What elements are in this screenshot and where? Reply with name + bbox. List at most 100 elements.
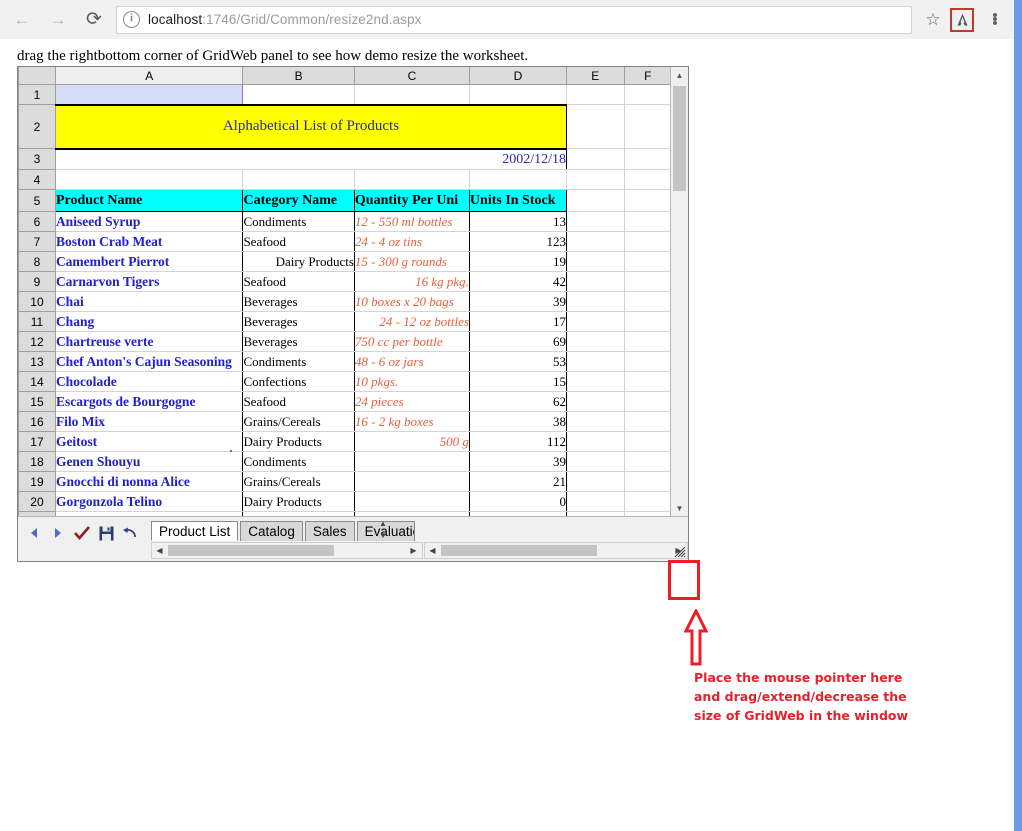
cell-F6[interactable] <box>624 211 672 232</box>
cell-product-name[interactable]: Chartreuse verte <box>54 331 244 352</box>
cell-units-in-stock[interactable]: 39 <box>469 451 567 472</box>
cell-E4[interactable] <box>566 169 625 190</box>
cell-category-name[interactable]: Condiments <box>242 211 355 232</box>
date-cell[interactable]: 2002/12/18 <box>55 148 567 170</box>
cell-units-in-stock[interactable]: 69 <box>469 331 567 352</box>
previous-arrow-icon[interactable] <box>22 520 46 546</box>
cell-quantity-per-unit[interactable] <box>354 471 470 492</box>
col-header-E[interactable]: E <box>566 67 625 85</box>
cell-quantity-per-unit[interactable] <box>354 491 470 512</box>
scroll-left-arrow-icon-2[interactable]: ◀ <box>425 546 440 555</box>
cell-E15[interactable] <box>566 391 625 412</box>
row-header-20[interactable]: 20 <box>18 491 56 512</box>
sheet-tab-product-list[interactable]: Product List <box>151 521 239 541</box>
cell-E8[interactable] <box>566 251 625 272</box>
cell-product-name[interactable]: Chef Anton's Cajun Seasoning <box>54 351 244 372</box>
cell-category-name[interactable]: Beverages <box>242 331 355 352</box>
cell-product-name[interactable]: Escargots de Bourgogne <box>54 391 244 412</box>
scroll-left-arrow-icon[interactable]: ◀ <box>152 546 167 555</box>
th-quantity-per-unit[interactable]: Quantity Per Uni <box>353 189 470 212</box>
cell-B4[interactable] <box>242 169 355 190</box>
cell-F12[interactable] <box>624 331 672 352</box>
cell-units-in-stock[interactable]: 19 <box>469 251 567 272</box>
cell-E13[interactable] <box>566 351 625 372</box>
cell-E5[interactable] <box>566 189 625 212</box>
cell-C1[interactable] <box>354 84 470 105</box>
cell-E2[interactable] <box>566 104 625 149</box>
next-arrow-icon[interactable] <box>46 520 70 546</box>
corner-select-all[interactable] <box>18 67 56 85</box>
cell-E10[interactable] <box>566 291 625 312</box>
cell-quantity-per-unit[interactable]: 12 - 550 ml bottles <box>354 211 470 232</box>
vertical-scroll-thumb[interactable] <box>673 86 686 191</box>
cell-quantity-per-unit[interactable]: 10 boxes x 20 bags <box>354 291 470 312</box>
cell-units-in-stock[interactable]: 17 <box>469 311 567 332</box>
cell-F8[interactable] <box>624 251 672 272</box>
cell-F10[interactable] <box>624 291 672 312</box>
title-banner[interactable]: Alphabetical List of Products <box>55 103 567 150</box>
cell-product-name[interactable]: Camembert Pierrot <box>54 251 244 272</box>
cell-product-name[interactable]: Boston Crab Meat <box>54 231 244 252</box>
cell-F18[interactable] <box>624 451 672 472</box>
cell-E3[interactable] <box>566 148 625 170</box>
cell-product-name[interactable]: Filo Mix <box>54 411 244 432</box>
cell-F11[interactable] <box>624 311 672 332</box>
cell-category-name[interactable]: Seafood <box>242 391 355 412</box>
cell-category-name[interactable]: Grains/Cereals <box>242 411 355 432</box>
cell-category-name[interactable]: Confections <box>242 371 355 392</box>
cell-units-in-stock[interactable]: 15 <box>469 371 567 392</box>
cell-F15[interactable] <box>624 391 672 412</box>
row-header-14[interactable]: 14 <box>18 371 56 392</box>
cell-F2[interactable] <box>624 104 672 149</box>
row-header-3[interactable]: 3 <box>18 148 56 170</box>
cell-quantity-per-unit[interactable] <box>354 451 470 472</box>
cell-category-name[interactable]: Grains/Cereals <box>242 471 355 492</box>
cell-A4[interactable] <box>55 169 244 190</box>
spreadsheet[interactable]: A B C D E F 1 2 Alphabetical List of Pro… <box>18 67 672 517</box>
back-arrow-icon[interactable]: ← <box>8 6 36 34</box>
row-header-2[interactable]: 2 <box>18 104 56 149</box>
horizontal-scrollbar-sheet[interactable]: ◀ ▶ <box>424 542 688 559</box>
cell-quantity-per-unit[interactable]: 16 kg pkg. <box>354 271 470 292</box>
cell-category-name[interactable]: Dairy Products <box>242 491 355 512</box>
cell-A1[interactable] <box>54 84 244 105</box>
row-header-9[interactable]: 9 <box>18 271 56 292</box>
cell-E20[interactable] <box>566 491 625 512</box>
cell-F4[interactable] <box>624 169 672 190</box>
cell-E16[interactable] <box>566 411 625 432</box>
cell-category-name[interactable]: Beverages <box>242 311 355 332</box>
th-units-in-stock[interactable]: Units In Stock <box>468 189 567 212</box>
cell-D4[interactable] <box>469 169 567 190</box>
forward-arrow-icon[interactable]: → <box>44 6 72 34</box>
cell-units-in-stock[interactable]: 42 <box>469 271 567 292</box>
cell-quantity-per-unit[interactable]: 500 g <box>354 431 470 452</box>
cell-F14[interactable] <box>624 371 672 392</box>
row-header-16[interactable]: 16 <box>18 411 56 432</box>
cell-quantity-per-unit[interactable]: 24 - 4 oz tins <box>354 231 470 252</box>
row-header-7[interactable]: 7 <box>18 231 56 252</box>
vertical-scrollbar[interactable]: ▲ ▼ <box>670 67 688 517</box>
undo-arrow-icon[interactable] <box>118 520 142 546</box>
cell-E9[interactable] <box>566 271 625 292</box>
bookmark-star-icon[interactable]: ☆ <box>920 10 946 30</box>
cell-E7[interactable] <box>566 231 625 252</box>
cell-units-in-stock[interactable]: 39 <box>469 291 567 312</box>
sheet-tab-sales[interactable]: Sales <box>304 521 355 541</box>
cell-E11[interactable] <box>566 311 625 332</box>
cell-product-name[interactable]: Chocolade <box>54 371 244 392</box>
scroll-up-arrow-icon[interactable]: ▲ <box>671 67 688 84</box>
row-header-1[interactable]: 1 <box>18 84 56 105</box>
row-header-13[interactable]: 13 <box>18 351 56 372</box>
cell-quantity-per-unit[interactable]: 16 - 2 kg boxes <box>354 411 470 432</box>
cell-category-name[interactable]: Dairy Products <box>242 431 355 452</box>
cell-units-in-stock[interactable]: 62 <box>469 391 567 412</box>
reload-icon[interactable]: ⟳ <box>80 6 108 34</box>
cell-product-name[interactable]: Geitost <box>54 431 244 452</box>
tab-spinner[interactable]: ▲ ▼ <box>376 520 390 540</box>
cell-F5[interactable] <box>624 189 672 212</box>
cell-units-in-stock[interactable]: 53 <box>469 351 567 372</box>
h-scroll-thumb-1[interactable] <box>168 545 334 556</box>
cell-F20[interactable] <box>624 491 672 512</box>
cell-category-name[interactable]: Dairy Products <box>242 251 355 272</box>
cell-category-name[interactable]: Condiments <box>242 351 355 372</box>
